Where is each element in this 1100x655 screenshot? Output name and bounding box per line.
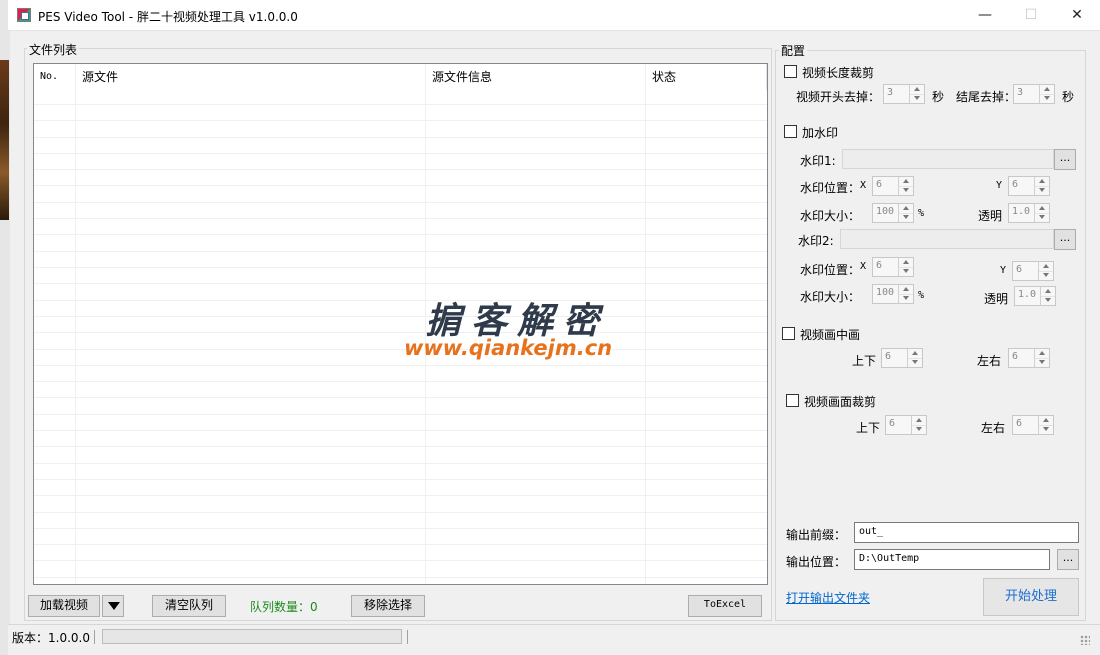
spin-down-icon xyxy=(1039,94,1054,103)
close-button[interactable]: ✕ xyxy=(1054,0,1100,31)
window-title: PES Video Tool - 胖二十视频处理工具 v1.0.0.0 xyxy=(38,10,298,24)
watermark-checkbox[interactable] xyxy=(784,125,797,138)
output-prefix-input[interactable]: out_ xyxy=(854,522,1079,543)
crop-updown-spinner[interactable]: 6 xyxy=(885,415,927,435)
clear-queue-button[interactable]: 清空队列 xyxy=(152,595,226,617)
wm2-size-label: 水印大小： xyxy=(800,290,861,304)
queue-count-label: 队列数量：0 xyxy=(250,600,318,614)
version-value: 1.0.0.0 xyxy=(48,631,90,645)
spin-down-icon xyxy=(898,267,913,276)
trim-start-unit: 秒 xyxy=(932,90,945,104)
load-video-dropdown-button[interactable] xyxy=(102,595,124,617)
spin-down-icon xyxy=(1038,425,1053,434)
trim-start-spinner[interactable]: 3 xyxy=(883,84,925,104)
pip-checkbox[interactable] xyxy=(782,327,795,340)
queue-count-value: 0 xyxy=(310,600,318,614)
wm2-size-unit: % xyxy=(918,290,925,301)
maximize-button[interactable]: ☐ xyxy=(1008,0,1054,31)
config-label: 配置 xyxy=(779,42,808,59)
pip-updown-label: 上下 xyxy=(852,354,877,368)
crop-leftright-spinner[interactable]: 6 xyxy=(1012,415,1054,435)
spin-down-icon xyxy=(1034,186,1049,195)
wm1-browse-button[interactable]: ... xyxy=(1054,149,1076,170)
wm1-y-spinner[interactable]: 6 xyxy=(1008,176,1050,196)
wm2-size-spinner[interactable]: 100 xyxy=(872,284,914,304)
crop-label: 视频画面裁剪 xyxy=(804,395,877,409)
wm2-position-label: 水印位置： xyxy=(800,263,861,277)
trim-label: 视频长度裁剪 xyxy=(802,66,875,80)
watermark-overlay-url: www.qiankejm.cn xyxy=(404,336,613,360)
wm1-x-spinner[interactable]: 6 xyxy=(872,176,914,196)
app-icon xyxy=(17,8,31,22)
wm1-opacity-spinner[interactable]: 1.0 xyxy=(1008,203,1050,223)
column-header-status[interactable]: 状态 xyxy=(646,64,767,90)
column-header-source-info[interactable]: 源文件信息 xyxy=(426,64,646,90)
spin-down-icon xyxy=(898,294,913,303)
wm2-opacity-spinner[interactable]: 1.0 xyxy=(1014,286,1056,306)
spin-down-icon xyxy=(1040,296,1055,305)
version-text: 版本：1.0.0.0 xyxy=(12,631,90,645)
trim-start-label: 视频开头去掉： xyxy=(796,90,881,104)
background-image xyxy=(0,60,9,220)
wm1-path-input[interactable] xyxy=(842,149,1054,169)
progress-bar xyxy=(102,629,402,644)
wm1-y-label: Y xyxy=(996,180,1003,191)
status-separator xyxy=(94,630,95,644)
file-list-view[interactable]: No. 源文件 源文件信息 状态 xyxy=(33,63,768,585)
pip-updown-spinner[interactable]: 6 xyxy=(881,348,923,368)
trim-checkbox[interactable] xyxy=(784,65,797,78)
wm2-y-spinner[interactable]: 6 xyxy=(1012,261,1054,281)
spin-down-icon xyxy=(898,186,913,195)
wm2-x-label: X xyxy=(860,261,867,272)
wm2-browse-button[interactable]: ... xyxy=(1054,229,1076,250)
pip-leftright-spinner[interactable]: 6 xyxy=(1008,348,1050,368)
wm1-size-label: 水印大小： xyxy=(800,209,861,223)
file-list-label: 文件列表 xyxy=(27,41,80,58)
to-excel-button[interactable]: ToExcel xyxy=(688,595,762,617)
output-prefix-label: 输出前缀： xyxy=(786,528,847,542)
wm2-opacity-label: 透明 xyxy=(984,292,1009,306)
resize-grip-icon[interactable] xyxy=(1080,635,1090,645)
wm1-opacity-label: 透明 xyxy=(978,209,1003,223)
pip-leftright-label: 左右 xyxy=(977,354,1002,368)
trim-end-label: 结尾去掉： xyxy=(956,90,1017,104)
column-header-source-file[interactable]: 源文件 xyxy=(76,64,426,90)
remove-selected-button[interactable]: 移除选择 xyxy=(351,595,425,617)
wm2-label: 水印2: xyxy=(798,234,834,248)
spin-down-icon xyxy=(898,213,913,222)
output-location-label: 输出位置： xyxy=(786,555,847,569)
wm1-label: 水印1: xyxy=(800,154,836,168)
wm1-position-label: 水印位置： xyxy=(800,181,861,195)
wm1-size-spinner[interactable]: 100 xyxy=(872,203,914,223)
load-video-button[interactable]: 加载视频 xyxy=(28,595,100,617)
wm1-x-label: X xyxy=(860,180,867,191)
output-browse-button[interactable]: ... xyxy=(1057,549,1079,570)
status-separator xyxy=(407,630,408,644)
spin-down-icon xyxy=(1034,358,1049,367)
crop-updown-label: 上下 xyxy=(856,421,881,435)
minimize-button[interactable]: — xyxy=(962,0,1008,31)
column-header-no[interactable]: No. xyxy=(34,64,76,90)
wm1-size-unit: % xyxy=(918,208,925,219)
trim-end-unit: 秒 xyxy=(1062,90,1075,104)
wm2-path-input[interactable] xyxy=(840,229,1054,249)
start-process-button[interactable]: 开始处理 xyxy=(983,578,1079,616)
spin-down-icon xyxy=(911,425,926,434)
spin-down-icon xyxy=(909,94,924,103)
spin-down-icon xyxy=(907,358,922,367)
watermark-label: 加水印 xyxy=(802,126,839,140)
open-output-folder-link[interactable]: 打开输出文件夹 xyxy=(786,589,870,606)
crop-leftright-label: 左右 xyxy=(981,421,1006,435)
output-location-input[interactable]: D:\OutTemp xyxy=(854,549,1050,570)
crop-checkbox[interactable] xyxy=(786,394,799,407)
wm2-y-label: Y xyxy=(1000,265,1007,276)
spin-down-icon xyxy=(1038,271,1053,280)
title-bar[interactable]: PES Video Tool - 胖二十视频处理工具 v1.0.0.0 — ☐ … xyxy=(8,0,1100,31)
spin-down-icon xyxy=(1034,213,1049,222)
trim-end-spinner[interactable]: 3 xyxy=(1013,84,1055,104)
wm2-x-spinner[interactable]: 6 xyxy=(872,257,914,277)
pip-label: 视频画中画 xyxy=(800,328,861,342)
